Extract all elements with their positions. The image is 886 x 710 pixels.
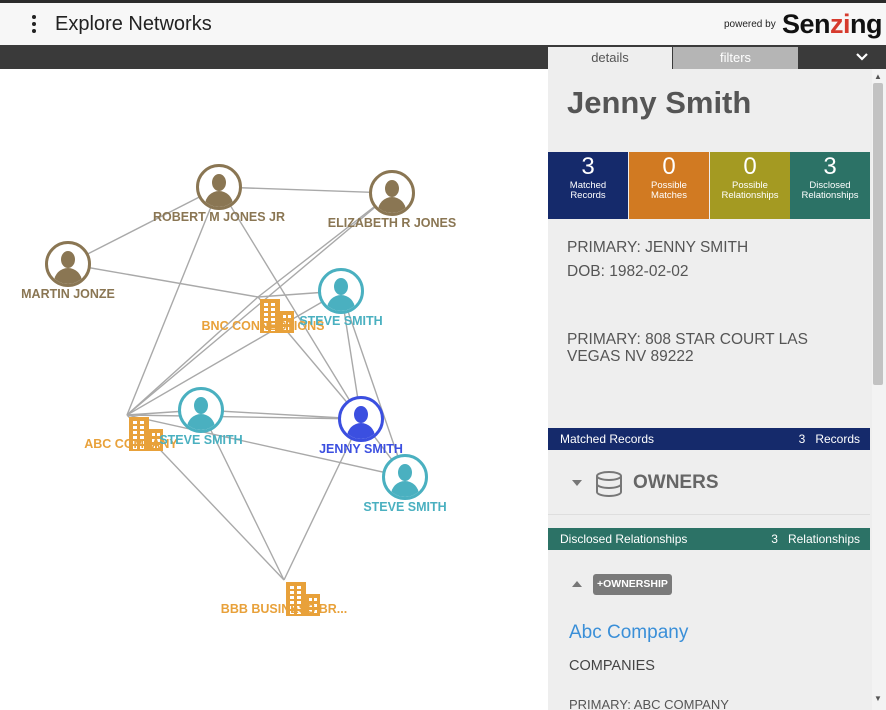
person-icon-body: [54, 268, 82, 284]
person-icon-head: [398, 464, 412, 481]
scroll-up-arrow-icon[interactable]: ▲: [874, 72, 882, 81]
graph-node-label: STEVE SMITH: [299, 314, 383, 328]
stat-label: Disclosed Relationships: [801, 180, 859, 201]
person-icon: [45, 241, 91, 287]
graph-node-label: JENNY SMITH: [319, 442, 403, 456]
graph-edge: [126, 290, 342, 416]
disclosed-relationships-header[interactable]: Disclosed Relationships 3 Relationships: [548, 528, 870, 550]
date-of-birth: DOB: 1982-02-02: [567, 263, 689, 280]
powered-by-text: powered by: [724, 19, 776, 30]
graph-node-steve3[interactable]: STEVE SMITH: [363, 454, 447, 514]
matched-records-header[interactable]: Matched Records 3 Records: [548, 428, 870, 450]
graph-edge: [67, 186, 220, 265]
person-icon: [178, 387, 224, 433]
logo-text-end: ng: [850, 9, 883, 39]
section-count: 3 Records: [799, 428, 860, 450]
stat-number: 0: [662, 153, 676, 180]
graph-node-abc[interactable]: ABC COMPANY: [84, 415, 178, 451]
graph-node-label: MARTIN JONZE: [21, 287, 115, 301]
matched-records-stat[interactable]: 3 Matched Records: [548, 152, 628, 219]
graph-edge: [218, 186, 393, 194]
graph-node-robert[interactable]: ROBERT M JONES JR: [153, 164, 285, 224]
graph-node-label: ELIZABETH R JONES: [327, 216, 457, 230]
person-icon-head: [354, 406, 368, 423]
entity-name: Jenny Smith: [567, 85, 752, 120]
person-icon-body: [187, 414, 215, 430]
section-title: Matched Records: [560, 432, 655, 446]
possible-matches-stat[interactable]: 0 Possible Matches: [629, 152, 709, 219]
person-icon-head: [334, 278, 348, 295]
stat-label: Possible Relationships: [721, 180, 779, 201]
related-entity-type: COMPANIES: [569, 658, 655, 674]
page-title: Explore Networks: [55, 13, 212, 35]
stat-number: 3: [581, 153, 595, 180]
graph-node-bbb[interactable]: BBB BUSINESS BR...: [221, 580, 347, 616]
primary-name: PRIMARY: JENNY SMITH: [567, 239, 749, 256]
stat-label: Possible Matches: [651, 180, 687, 201]
count-number: 3: [798, 432, 806, 446]
entity-details-panel: Jenny Smith 3 Matched Records 0 Possible…: [548, 69, 872, 710]
scrollbar-thumb[interactable]: [873, 83, 883, 385]
person-icon-body: [327, 295, 355, 311]
person-icon-head: [212, 174, 226, 191]
stat-number: 3: [823, 153, 837, 180]
ownership-tag: +OWNERSHIP: [593, 574, 672, 595]
logo-text-accent: zi: [830, 9, 851, 39]
person-icon: [338, 396, 384, 442]
disclosed-relationships-stat[interactable]: 3 Disclosed Relationships: [790, 152, 870, 219]
person-icon-head: [385, 180, 399, 197]
graph-node-jenny[interactable]: JENNY SMITH: [319, 396, 403, 456]
caret-down-icon[interactable]: [572, 480, 582, 486]
graph-node-bnc[interactable]: BNC CONNECTIONS: [202, 297, 324, 333]
graph-node-martin[interactable]: MARTIN JONZE: [21, 241, 115, 301]
graph-node-steve2[interactable]: STEVE SMITH: [159, 387, 243, 447]
person-icon: [196, 164, 242, 210]
graph-node-steve1[interactable]: STEVE SMITH: [299, 268, 383, 328]
details-tabs: details filters: [548, 45, 886, 69]
section-title: Disclosed Relationships: [560, 532, 688, 546]
chevron-down-icon[interactable]: [855, 50, 869, 64]
section-count: 3 Relationships: [771, 528, 860, 550]
senzing-logo: Senzing: [782, 9, 883, 40]
count-unit: Records: [815, 432, 860, 446]
possible-relationships-stat[interactable]: 0 Possible Relationships: [710, 152, 790, 219]
database-icon: [596, 471, 622, 497]
person-icon-head: [61, 251, 75, 268]
primary-address: PRIMARY: 808 STAR COURT LAS VEGAS NV 892…: [567, 331, 808, 365]
person-icon-body: [205, 191, 233, 207]
graph-toolbar: [0, 45, 548, 69]
tab-filters[interactable]: filters: [673, 47, 798, 69]
app-header: Explore Networks powered by Senzing: [0, 3, 886, 45]
more-options-icon[interactable]: [24, 12, 44, 36]
stat-number: 0: [743, 153, 757, 180]
related-entity-link[interactable]: Abc Company: [569, 622, 688, 644]
count-number: 3: [771, 532, 778, 546]
caret-up-icon[interactable]: [572, 581, 582, 587]
related-entity-primary: PRIMARY: ABC COMPANY: [569, 697, 729, 710]
network-graph[interactable]: ROBERT M JONES JR ELIZABETH R JONES MARTIN…: [0, 69, 548, 710]
person-icon-body: [391, 481, 419, 497]
graph-node-label: BBB BUSINESS BR...: [220, 602, 348, 616]
scroll-down-arrow-icon[interactable]: ▼: [874, 694, 882, 703]
person-icon-head: [194, 397, 208, 414]
count-unit: Relationships: [787, 532, 860, 546]
person-icon-body: [347, 423, 375, 439]
person-icon: [318, 268, 364, 314]
group-label: OWNERS: [633, 472, 719, 493]
graph-node-label: STEVE SMITH: [363, 500, 447, 514]
data-source-group[interactable]: OWNERS: [548, 453, 870, 515]
stat-label: Matched Records: [569, 180, 607, 201]
person-icon-body: [378, 197, 406, 213]
person-icon: [369, 170, 415, 216]
tab-details[interactable]: details: [548, 47, 672, 69]
logo-text-start: Sen: [782, 9, 831, 39]
person-icon: [382, 454, 428, 500]
graph-node-elizabeth[interactable]: ELIZABETH R JONES: [328, 170, 456, 230]
